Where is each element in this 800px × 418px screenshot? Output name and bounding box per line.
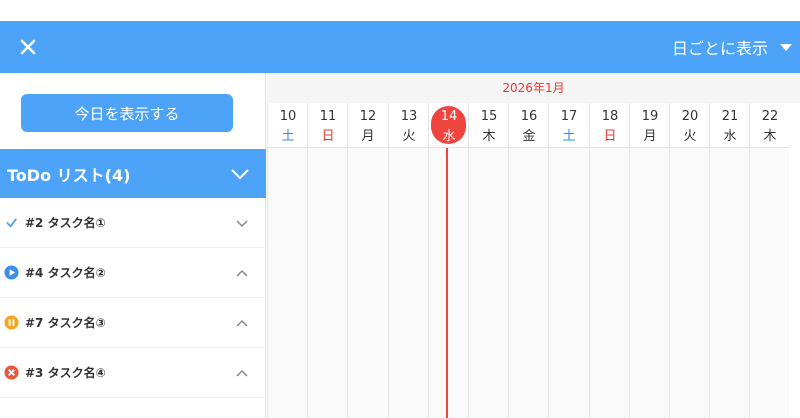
day-number: 20 [681,109,699,124]
day-header[interactable]: 18 日 [590,103,630,148]
day-column: 18 日 [589,103,630,418]
todo-list: #2 タスク名① #4 タスク名② #7 タスク名③ #3 タスク名④ [0,198,266,398]
day-weekday: 土 [562,129,576,144]
day-header-today[interactable]: 14 水 [429,103,469,148]
day-weekday: 水 [442,129,456,144]
day-header[interactable]: 10 土 [268,103,308,148]
todo-item[interactable]: #3 タスク名④ [0,348,266,398]
day-weekday: 火 [402,129,416,144]
chevron-down-icon [231,168,249,179]
sidebar: 今日を表示する ToDo リスト(4) #2 タスク名① #4 タスク名② #7 タ… [0,73,266,418]
day-header[interactable]: 17 土 [549,103,589,148]
day-header[interactable]: 15 木 [469,103,509,148]
todo-item[interactable]: #7 タスク名③ [0,298,266,348]
day-column: 12 月 [347,103,388,418]
day-weekday: 水 [723,129,737,144]
show-today-button[interactable]: 今日を表示する [21,94,233,132]
day-column: 20 火 [669,103,710,418]
day-column: 17 土 [548,103,589,418]
day-header[interactable]: 12 月 [348,103,388,148]
day-number: 11 [319,109,337,124]
check-icon [6,218,17,228]
todo-item[interactable]: #4 タスク名② [0,248,266,298]
day-number: 19 [641,109,659,124]
chevron-up-icon[interactable] [235,318,249,328]
today-marker-line [446,148,448,418]
cancel-icon [4,365,19,380]
chevron-up-icon[interactable] [235,368,249,378]
day-column: 10 土 [267,103,308,418]
dropdown-caret-icon [780,43,792,51]
day-number: 15 [480,109,498,124]
todo-item-name: #3 タスク名④ [25,366,106,380]
chevron-up-icon[interactable] [235,268,249,278]
close-icon[interactable] [14,33,42,61]
pause-icon [4,315,19,330]
day-number: 10 [279,109,297,124]
day-weekday: 土 [281,129,295,144]
day-column: 22 木 [749,103,790,418]
month-label: 2026年1月 [267,73,800,103]
day-column: 13 火 [388,103,429,418]
day-header[interactable]: 19 月 [630,103,670,148]
day-column: 14 水 [428,103,469,418]
day-header[interactable]: 21 水 [710,103,750,148]
todo-item[interactable]: #2 タスク名① [0,198,266,248]
day-header[interactable]: 13 火 [389,103,429,148]
day-number: 13 [400,109,418,124]
todo-list-title: ToDo リスト(4) [7,165,131,185]
day-header[interactable]: 20 火 [670,103,710,148]
day-number: 21 [721,109,739,124]
day-weekday: 火 [683,129,697,144]
day-header[interactable]: 22 木 [750,103,790,148]
app-header: 日ごとに表示 [0,21,800,73]
day-weekday: 月 [361,129,375,144]
day-header[interactable]: 16 金 [509,103,549,148]
day-number: 17 [560,109,578,124]
day-weekday: 木 [482,129,496,144]
todo-item-name: #2 タスク名① [25,216,106,230]
day-column: 16 金 [508,103,549,418]
day-column: 21 水 [709,103,750,418]
play-icon [4,265,19,280]
day-weekday: 日 [603,129,617,144]
view-mode-label: 日ごとに表示 [671,39,768,58]
todo-list-header[interactable]: ToDo リスト(4) [0,149,266,198]
chevron-down-icon[interactable] [235,218,249,228]
day-number: 22 [761,109,779,124]
day-weekday: 金 [522,129,536,144]
day-weekday: 木 [763,129,777,144]
day-number: 18 [601,109,619,124]
day-weekday: 日 [321,129,335,144]
day-number: 12 [359,109,377,124]
day-column: 19 月 [629,103,670,418]
day-column: 15 木 [468,103,509,418]
day-column: 11 日 [307,103,348,418]
day-number: 16 [520,109,538,124]
todo-item-name: #4 タスク名② [25,266,106,280]
day-weekday: 月 [643,129,657,144]
view-mode-select[interactable]: 日ごとに表示 [672,34,792,60]
day-number: 14 [440,109,458,124]
day-header[interactable]: 11 日 [308,103,348,148]
todo-item-name: #7 タスク名③ [25,316,106,330]
calendar-timeline: 2026年1月 10 土 11 日 12 月 13 火 14 水 15 木 16 金 17 土 18 日 19 月 20… [267,73,800,418]
